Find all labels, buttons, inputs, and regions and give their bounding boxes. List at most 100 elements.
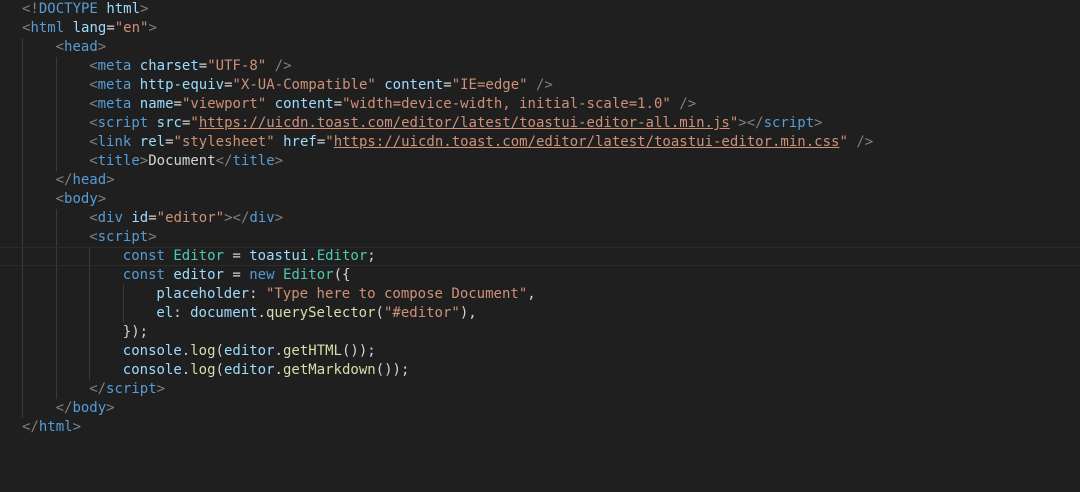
code-token-text: = [316, 134, 326, 150]
code-line[interactable]: const Editor = toastui.Editor; [0, 247, 1080, 266]
code-token-punct: < [89, 210, 98, 226]
code-token-var: editor [223, 343, 275, 359]
code-token-cls: Editor [282, 267, 334, 283]
code-token-tag: meta [97, 96, 132, 112]
code-token-text: = [148, 210, 157, 226]
code-token-text: = [198, 58, 208, 74]
code-line[interactable]: <meta http-equiv="X-UA-Compatible" conte… [0, 76, 1080, 95]
code-token-attr: id [131, 210, 149, 226]
code-token-text: : [173, 305, 191, 321]
indent-guide [55, 76, 57, 95]
code-token-doctype: DOCTYPE [38, 1, 98, 17]
code-token-text: = [223, 267, 250, 283]
indent-guide [89, 285, 91, 304]
code-token-text: . [274, 362, 283, 378]
code-line[interactable]: </body> [0, 399, 1080, 418]
indent-guide [89, 342, 91, 361]
indent-guide [55, 209, 57, 228]
code-token-var: toastui [249, 248, 309, 264]
code-line[interactable]: }); [0, 323, 1080, 342]
code-token-punct: ></ [224, 210, 250, 226]
indent-guide [22, 152, 23, 171]
code-token-text: = [224, 77, 233, 93]
code-token-fn: querySelector [265, 305, 376, 321]
code-token-url: https://uicdn.toast.com/editor/latest/to… [198, 115, 730, 131]
code-line[interactable]: <head> [0, 38, 1080, 57]
indent-guide [22, 133, 23, 152]
indent-guide [55, 361, 57, 380]
code-token-attr: content [274, 96, 334, 112]
code-token-cls: Editor [173, 248, 224, 264]
indent-guide [22, 380, 23, 399]
code-token-var: console [122, 362, 182, 378]
code-token-punct: /> [536, 77, 553, 93]
code-token-punct: > [148, 229, 157, 245]
code-token-text: ), [459, 305, 477, 321]
code-line[interactable]: <script src="https://uicdn.toast.com/edi… [0, 114, 1080, 133]
code-line[interactable]: </script> [0, 380, 1080, 399]
code-token-punct: < [89, 153, 98, 169]
code-token-kw: new [249, 267, 275, 283]
code-token-punct: < [55, 39, 65, 55]
code-line[interactable]: <body> [0, 190, 1080, 209]
code-token-str: "Type here to compose Document" [265, 286, 528, 302]
code-token-attr: name [139, 96, 174, 112]
code-line[interactable]: <!DOCTYPE html> [0, 0, 1080, 19]
code-token-var: editor [173, 267, 224, 283]
code-token-punct: <! [22, 1, 39, 17]
code-line[interactable]: <title>Document</title> [0, 152, 1080, 171]
code-token-str: " [325, 134, 334, 150]
code-line[interactable]: <meta charset="UTF-8" /> [0, 57, 1080, 76]
code-line[interactable]: console.log(editor.getHTML()); [0, 342, 1080, 361]
code-line[interactable]: console.log(editor.getMarkdown()); [0, 361, 1080, 380]
code-token-tag: script [97, 115, 149, 131]
code-token-str: "viewport" [181, 96, 267, 112]
code-line[interactable]: </html> [0, 418, 1080, 437]
code-token-cls: Editor [316, 248, 368, 264]
indent-guide [89, 304, 91, 323]
code-token-punct: > [106, 400, 115, 416]
code-editor[interactable]: <!DOCTYPE html> <html lang="en"> <head> <me… [0, 0, 1080, 492]
code-token-punct: </ [89, 381, 107, 397]
code-line[interactable]: <html lang="en"> [0, 19, 1080, 38]
code-token-text: . [274, 343, 283, 359]
indent-guide [122, 285, 124, 304]
code-line[interactable]: <div id="editor"></div> [0, 209, 1080, 228]
code-token-punct: </ [215, 153, 233, 169]
indent-guide [55, 266, 57, 285]
code-token-tag: div [249, 210, 275, 226]
code-line[interactable]: const editor = new Editor({ [0, 266, 1080, 285]
code-token-attr: lang [72, 20, 107, 36]
code-token-punct: > [97, 39, 107, 55]
indent-guide [22, 266, 23, 285]
code-token-text: ({ [333, 267, 351, 283]
code-line[interactable]: el: document.querySelector("#editor"), [0, 304, 1080, 323]
code-line[interactable]: placeholder: "Type here to compose Docum… [0, 285, 1080, 304]
code-token-fn: log [190, 343, 216, 359]
code-token-kw: const [122, 267, 165, 283]
code-token-str: "X-UA-Compatible" [232, 77, 376, 93]
code-token-tag: head [64, 39, 98, 55]
code-token-fn: getHTML [282, 343, 342, 359]
indent-guide [55, 248, 57, 265]
indent-guide [55, 57, 57, 76]
code-line[interactable]: <meta name="viewport" content="width=dev… [0, 95, 1080, 114]
code-line[interactable]: </head> [0, 171, 1080, 190]
code-token-tag: body [64, 191, 98, 207]
indent-guide [22, 285, 23, 304]
code-line[interactable]: <link rel="stylesheet" href="https://uic… [0, 133, 1080, 152]
code-token-text: = [333, 96, 343, 112]
code-token-text: : [249, 286, 266, 302]
code-lines[interactable]: <!DOCTYPE html> <html lang="en"> <head> <me… [0, 0, 1080, 437]
code-token-str: " [729, 115, 739, 131]
code-token-str: "en" [114, 20, 149, 36]
code-token-punct: > [148, 20, 157, 36]
code-token-text: = [223, 248, 250, 264]
indent-guide [22, 76, 23, 95]
code-line[interactable]: <script> [0, 228, 1080, 247]
